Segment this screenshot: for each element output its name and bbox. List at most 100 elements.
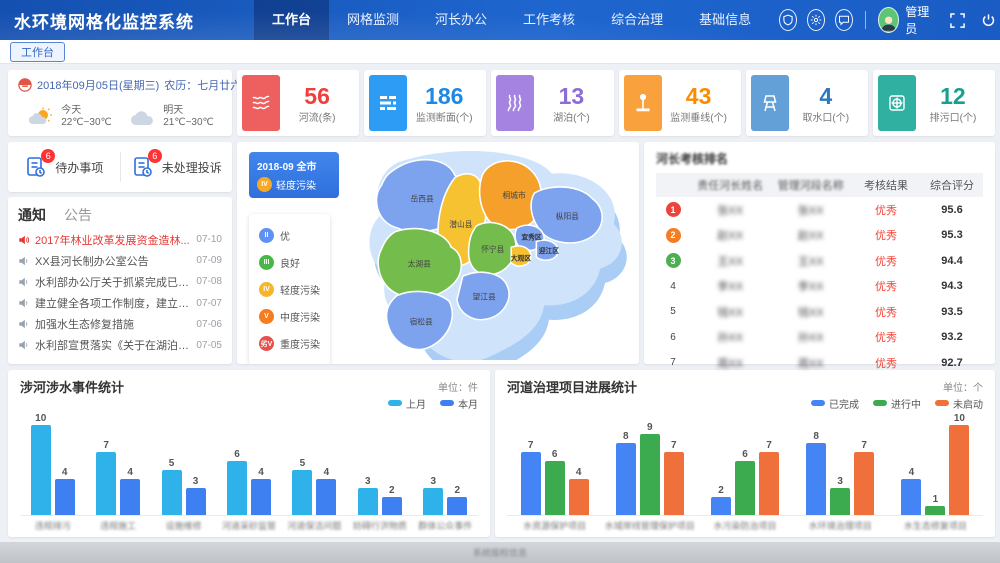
date-text: 2018年09月05日(星期三) bbox=[37, 77, 159, 93]
rank-badge: 4 bbox=[666, 279, 681, 294]
admin-label: 管理员 bbox=[905, 3, 934, 37]
stat-value: 13 bbox=[534, 83, 608, 109]
footer-bar: 系统版权信息 bbox=[0, 542, 1000, 563]
legend-chip bbox=[935, 400, 949, 406]
bar-value: 4 bbox=[909, 467, 915, 478]
row-score: 93.5 bbox=[921, 306, 983, 318]
legend-item[interactable]: 上月 bbox=[388, 397, 426, 409]
tab-announcement[interactable]: 公告 bbox=[64, 205, 92, 225]
ranking-card: 河长考核排名 责任河长姓名 管理河段名称 考核结果 综合评分 1 张XX 张XX… bbox=[644, 142, 995, 364]
bar-wrap: 3 bbox=[186, 476, 206, 515]
legend-item[interactable]: 本月 bbox=[440, 397, 478, 409]
ranking-title: 河长考核排名 bbox=[656, 150, 983, 167]
bar-value: 3 bbox=[365, 476, 371, 487]
ranking-header-name: 责任河长姓名 bbox=[690, 177, 771, 193]
speaker-icon bbox=[18, 276, 30, 288]
main-nav: 工作台 网格监测 河长办公 工作考核 综合治理 基础信息 bbox=[254, 0, 769, 40]
nav-item-river-chief-office[interactable]: 河长办公 bbox=[417, 0, 505, 40]
table-row: 6 孙XX 孙XX 优秀 93.2 bbox=[656, 325, 983, 351]
legend-item[interactable]: 已完成 bbox=[811, 397, 859, 409]
power-icon[interactable] bbox=[981, 13, 996, 28]
map-label: 太湖县 bbox=[408, 259, 431, 269]
row-score: 94.4 bbox=[921, 255, 983, 267]
nav-item-work-assessment[interactable]: 工作考核 bbox=[505, 0, 593, 40]
notice-item[interactable]: 2017年林业改革发展资金造林... 07-10 bbox=[18, 229, 222, 250]
table-row: 5 钱XX 钱XX 优秀 93.5 bbox=[656, 299, 983, 325]
row-score: 94.3 bbox=[921, 280, 983, 292]
notice-item[interactable]: 加强水生态修复措施 07-06 bbox=[18, 314, 222, 335]
ranking-header-score: 综合评分 bbox=[921, 177, 983, 193]
table-row: 4 李XX 李XX 优秀 94.3 bbox=[656, 274, 983, 300]
nav-item-comprehensive-governance[interactable]: 综合治理 bbox=[593, 0, 681, 40]
chart-group: 837水环境治理项目 bbox=[793, 412, 888, 532]
chart-group: 32妨碍行洪物质 bbox=[347, 412, 412, 532]
bar-value: 9 bbox=[647, 422, 653, 433]
complaints-button[interactable]: 6 未处理投诉 bbox=[121, 155, 233, 179]
notice-text: 水利部宣贯落实《关于在湖泊实... bbox=[35, 337, 191, 353]
stat-label: 监测垂线(个) bbox=[662, 109, 736, 124]
notice-item[interactable]: XX县河长制办公室公告 07-09 bbox=[18, 250, 222, 271]
bar-cluster: 74 bbox=[85, 412, 150, 516]
stat-label: 排污口(个) bbox=[916, 109, 990, 124]
row-name: 李XX bbox=[690, 278, 771, 294]
shield-icon[interactable] bbox=[779, 9, 797, 31]
bar-value: 2 bbox=[454, 485, 460, 496]
row-result: 优秀 bbox=[851, 253, 921, 269]
legend-item[interactable]: 未启动 bbox=[935, 397, 983, 409]
tab-workbench[interactable]: 工作台 bbox=[10, 42, 65, 62]
bar-wrap: 4 bbox=[316, 467, 336, 515]
map-label: 迎江区 bbox=[539, 246, 560, 255]
monitor-pole-icon bbox=[624, 75, 662, 131]
row-name: 张XX bbox=[690, 202, 771, 218]
bar bbox=[251, 479, 271, 515]
bar bbox=[186, 488, 206, 515]
legend-label: 未启动 bbox=[953, 396, 983, 411]
map-label: 怀宁县 bbox=[481, 244, 504, 254]
stat-value: 56 bbox=[280, 83, 354, 109]
bar bbox=[227, 461, 247, 515]
bar bbox=[423, 488, 443, 515]
map-label: 岳西县 bbox=[411, 194, 434, 204]
todo-button[interactable]: 6 待办事项 bbox=[8, 155, 120, 179]
nav-item-grid-monitor[interactable]: 网格监测 bbox=[329, 0, 417, 40]
row-result: 优秀 bbox=[851, 329, 921, 345]
nav-item-basic-info[interactable]: 基础信息 bbox=[681, 0, 769, 40]
row-segment: 孙XX bbox=[771, 329, 852, 345]
x-axis-label: 违规排污 bbox=[35, 519, 71, 532]
notice-item[interactable]: 建立健全各项工作制度，建立河... 07-07 bbox=[18, 293, 222, 314]
city-map: 岳西县 桐城市 潜山县 枞阳县 太湖县 怀宁县 宜秀区 迎江区 大观区 望江县 … bbox=[337, 146, 637, 360]
map-label: 枞阳县 bbox=[556, 211, 579, 221]
bar-value: 6 bbox=[742, 449, 748, 460]
map-scope: 全市 bbox=[296, 162, 316, 173]
avatar[interactable] bbox=[878, 7, 899, 33]
bar-value: 2 bbox=[389, 485, 395, 496]
complaint-doc-icon: 6 bbox=[131, 155, 155, 179]
bar bbox=[854, 452, 874, 515]
row-result: 优秀 bbox=[851, 202, 921, 218]
x-axis-label: 水生态修复项目 bbox=[904, 519, 967, 532]
bar-value: 3 bbox=[430, 476, 436, 487]
notice-item[interactable]: 水利部宣贯落实《关于在湖泊实... 07-05 bbox=[18, 335, 222, 356]
message-icon[interactable] bbox=[835, 9, 853, 31]
bar-cluster: 32 bbox=[347, 412, 412, 516]
bar-wrap: 5 bbox=[162, 458, 182, 515]
bar bbox=[447, 497, 467, 515]
notice-item[interactable]: 水利部办公厅关于抓紧完成已建... 07-08 bbox=[18, 271, 222, 292]
bar-cluster: 764 bbox=[507, 412, 602, 516]
row-score: 93.2 bbox=[921, 331, 983, 343]
x-axis-label: 水资源保护项目 bbox=[523, 519, 586, 532]
row-segment: 赵XX bbox=[771, 227, 852, 243]
legend-grade-label: 重度污染 bbox=[280, 336, 320, 351]
bar-value: 4 bbox=[127, 467, 133, 478]
legend-label: 上月 bbox=[406, 396, 426, 411]
legend-item[interactable]: 进行中 bbox=[873, 397, 921, 409]
bar bbox=[925, 506, 945, 515]
gear-icon[interactable] bbox=[807, 9, 825, 31]
stat-card-sections: 186监测断面(个) bbox=[364, 70, 486, 136]
row-segment: 钱XX bbox=[771, 304, 852, 320]
tab-notice[interactable]: 通知 bbox=[18, 205, 46, 225]
nav-item-workbench[interactable]: 工作台 bbox=[254, 0, 329, 40]
notice-text: 加强水生态修复措施 bbox=[35, 316, 191, 332]
x-axis-label: 河道采砂监管 bbox=[222, 519, 276, 532]
fullscreen-icon[interactable] bbox=[950, 13, 965, 28]
